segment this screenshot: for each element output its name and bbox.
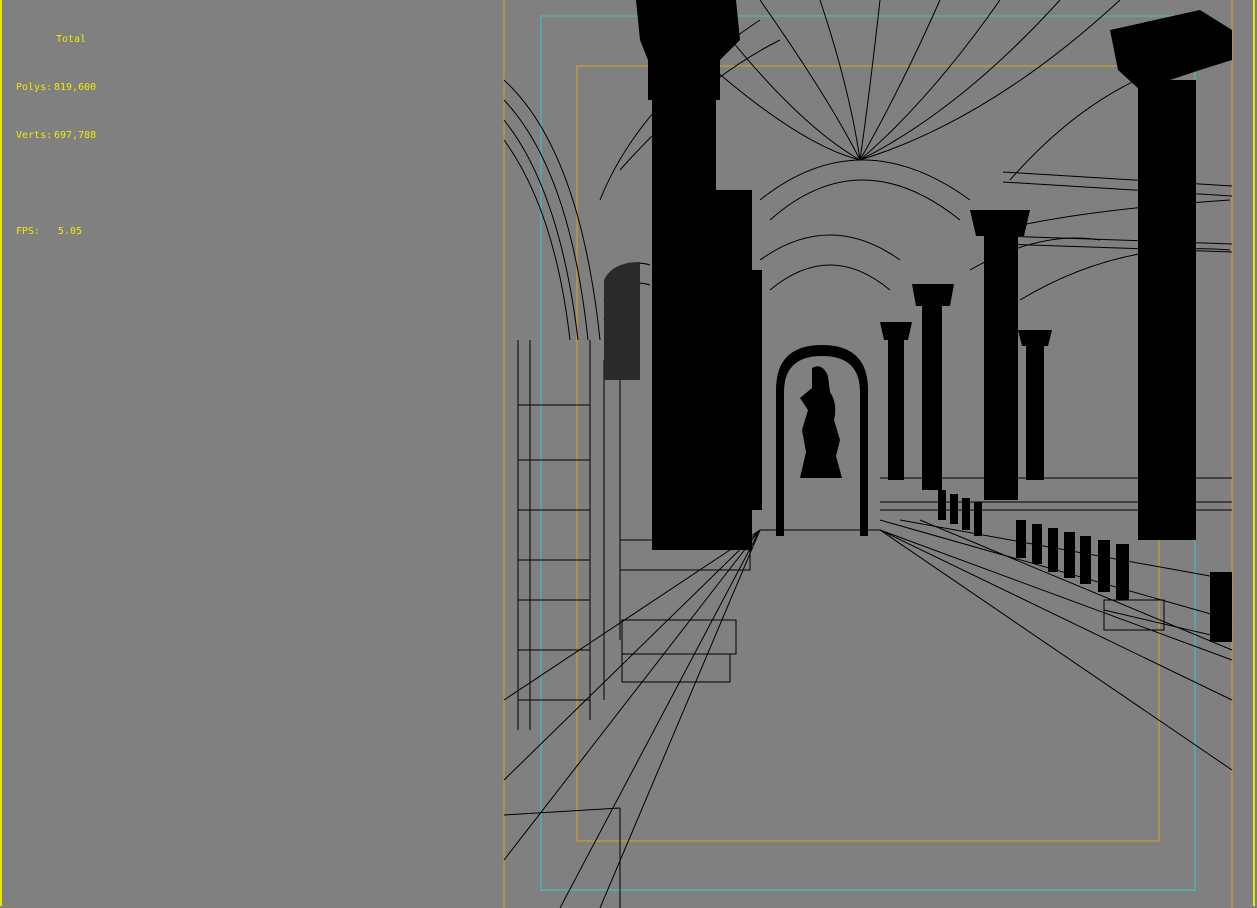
viewport-statistics: Total Polys: 819,600 Verts: 697,788 FPS: 5.… (16, 0, 96, 272)
fps-value: 5.05 (57, 226, 82, 237)
stats-verts-row: Verts: 697,788 (16, 128, 96, 144)
stats-header: Total (56, 34, 87, 45)
stats-header-row: Total (16, 32, 96, 48)
viewport-perspective[interactable]: Total Polys: 819,600 Verts: 697,788 FPS: 5.… (0, 0, 1257, 908)
wireframe-scene (503, 0, 1233, 908)
column-right-mid (984, 230, 1018, 500)
stats-polys-row: Polys: 819,600 (16, 80, 96, 96)
column-right-large (1138, 80, 1196, 540)
stats-fps-row: FPS: 5.05 (16, 224, 96, 240)
fps-label: FPS: (16, 226, 41, 237)
stats-spacer (16, 176, 96, 192)
statue-silhouette (800, 366, 842, 478)
polys-label: Polys: (16, 82, 53, 93)
verts-label: Verts: (16, 130, 53, 141)
verts-value: 697,788 (54, 130, 97, 141)
polys-value: 819,600 (54, 82, 97, 93)
